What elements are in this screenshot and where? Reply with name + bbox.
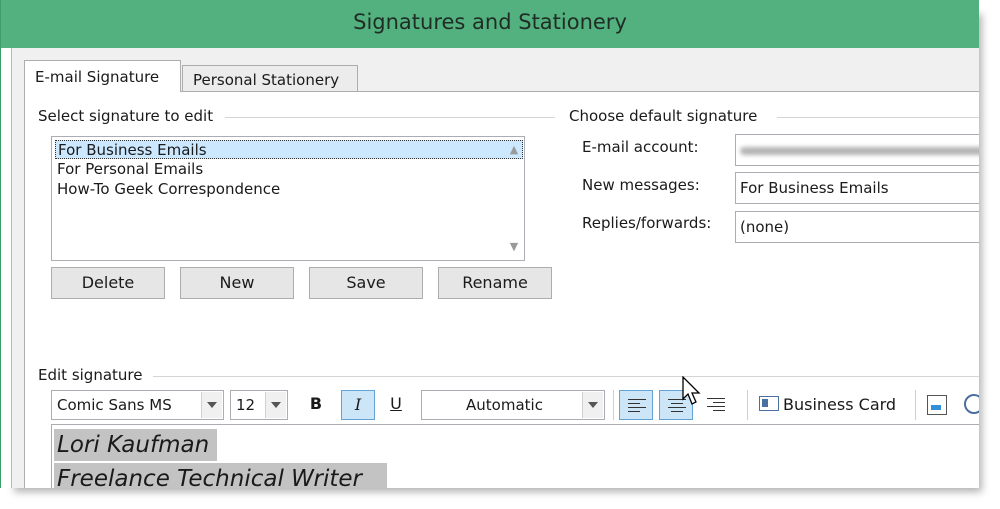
italic-button[interactable]: I <box>341 390 375 420</box>
save-button[interactable]: Save <box>309 267 423 299</box>
email-account-select[interactable] <box>735 134 979 166</box>
business-card-label: Business Card <box>783 395 897 414</box>
window-title: Signatures and Stationery <box>353 10 627 34</box>
list-item[interactable]: How-To Geek Correspondence <box>55 180 523 199</box>
signature-editor[interactable]: Lori Kaufman Freelance Technical Writer <box>51 424 979 488</box>
toolbar-separator <box>613 390 614 420</box>
align-left-icon <box>628 399 646 415</box>
font-size: 12 <box>236 396 256 414</box>
bold-button[interactable]: B <box>299 390 333 420</box>
chevron-down-icon[interactable] <box>201 392 222 418</box>
align-right-icon <box>707 398 725 414</box>
title-bar[interactable]: Signatures and Stationery <box>1 0 979 48</box>
signature-line-title: Freelance Technical Writer <box>54 463 387 488</box>
edit-signature-label: Edit signature <box>38 366 143 384</box>
align-left-button[interactable] <box>619 390 653 420</box>
replies-forwards-label: Replies/forwards: <box>582 214 712 232</box>
select-signature-label: Select signature to edit <box>38 107 214 125</box>
font-name: Comic Sans MS <box>57 396 172 414</box>
signature-line-name: Lori Kaufman <box>54 429 217 461</box>
chevron-down-icon[interactable]: ▼ <box>507 240 521 254</box>
tab-personal-stationery-label: Personal Stationery <box>193 71 340 89</box>
new-messages-select[interactable]: For Business Emails <box>735 172 979 204</box>
delete-button[interactable]: Delete <box>51 267 165 299</box>
tab-personal-stationery[interactable]: Personal Stationery <box>182 65 358 93</box>
align-right-button[interactable] <box>699 390 733 420</box>
picture-icon[interactable] <box>927 395 947 415</box>
hyperlink-icon[interactable] <box>964 394 979 414</box>
edit-group-divider <box>153 376 979 377</box>
dialog-body: E-mail Signature Personal Stationery Sel… <box>11 48 979 488</box>
list-item[interactable]: For Personal Emails <box>55 160 523 179</box>
signature-list[interactable]: For Business Emails For Personal Emails … <box>51 136 525 261</box>
new-button[interactable]: New <box>180 267 294 299</box>
business-card-icon <box>759 396 779 411</box>
new-messages-label: New messages: <box>582 176 700 194</box>
default-group-divider <box>777 117 979 118</box>
toolbar-separator <box>747 390 748 420</box>
mouse-cursor-icon <box>682 376 701 405</box>
toolbar-separator <box>915 390 916 420</box>
chevron-down-icon[interactable] <box>582 392 603 418</box>
default-signature-label: Choose default signature <box>569 107 758 125</box>
email-account-label: E-mail account: <box>582 138 699 156</box>
redacted-email <box>740 147 979 155</box>
replies-forwards-select[interactable]: (none) <box>735 211 979 243</box>
font-color-select[interactable]: Automatic <box>421 390 605 420</box>
font-size-select[interactable]: 12 <box>230 390 288 420</box>
list-item[interactable]: For Business Emails <box>55 140 523 159</box>
email-signature-panel: Select signature to edit For Business Em… <box>24 91 979 488</box>
chevron-up-icon[interactable]: ▲ <box>507 143 521 157</box>
signatures-dialog: Signatures and Stationery E-mail Signatu… <box>0 0 979 488</box>
select-group-divider <box>225 117 555 118</box>
business-card-button[interactable]: Business Card <box>759 390 896 420</box>
font-select[interactable]: Comic Sans MS <box>51 390 224 420</box>
chevron-down-icon[interactable] <box>265 392 286 418</box>
tab-email-signature[interactable]: E-mail Signature <box>24 60 181 92</box>
font-color-value: Automatic <box>466 396 543 414</box>
tab-email-signature-label: E-mail Signature <box>35 68 160 86</box>
rename-button[interactable]: Rename <box>438 267 552 299</box>
underline-button[interactable]: U <box>379 390 413 420</box>
